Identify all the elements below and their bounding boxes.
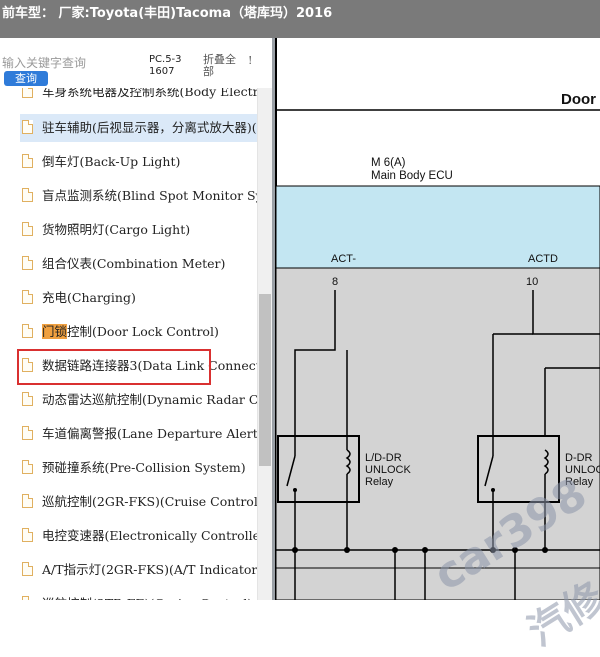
pin2-name: ACTD — [528, 253, 558, 265]
search-highlight: 门锁 — [42, 324, 68, 339]
ecu-name: Main Body ECU — [371, 170, 453, 182]
sidebar-scrollbar[interactable] — [257, 38, 272, 600]
file-icon — [22, 562, 33, 576]
page-code-label: PC.5-31607 — [149, 54, 182, 77]
collapse-all-button[interactable]: 折叠全部 — [203, 54, 243, 78]
relay1-line3: Relay — [365, 476, 394, 488]
pin2-number: 10 — [526, 276, 538, 288]
search-button[interactable]: 查询 — [4, 71, 48, 86]
relay1-line1: L/D-DR — [365, 452, 402, 464]
file-icon — [22, 596, 33, 600]
ecu-code: M 6(A) — [371, 157, 406, 169]
search-row: 查询 PC.5-31607 折叠全部 ! — [0, 38, 272, 88]
scrollbar-thumb[interactable] — [259, 294, 271, 466]
file-icon — [22, 120, 33, 134]
file-icon — [22, 528, 33, 542]
file-icon — [22, 494, 33, 508]
file-icon — [22, 392, 33, 406]
diagram-header: Door — [561, 91, 596, 108]
relay1-line2: UNLOCK — [365, 464, 412, 476]
wiring-diagram: Door M 6(A) Main Body ECU ACT- ACTD 8 10… — [275, 38, 600, 655]
file-icon — [22, 426, 33, 440]
file-icon — [22, 324, 33, 338]
file-icon — [22, 222, 33, 236]
relay2-line1: D-DR — [565, 452, 593, 464]
sidebar: 查询 PC.5-31607 折叠全部 ! 车身系统电器及控制系统(Body El… — [0, 38, 272, 600]
pin1-number: 8 — [332, 276, 338, 288]
file-icon — [22, 460, 33, 474]
pin1-name: ACT- — [331, 253, 356, 265]
file-icon — [22, 290, 33, 304]
file-icon — [22, 188, 33, 202]
file-icon — [22, 256, 33, 270]
file-icon — [22, 154, 33, 168]
tree-item-selected[interactable]: 驻车辅助(后视显示器，分离式放大器)(Parking Assist) — [20, 114, 272, 142]
column-header-extra: ! — [248, 54, 253, 67]
annotation-red-box — [17, 349, 211, 385]
search-input[interactable] — [2, 54, 142, 72]
window-title: 前车型： 厂家:Toyota(丰田)Tacoma（塔库玛）2016 — [0, 0, 600, 38]
